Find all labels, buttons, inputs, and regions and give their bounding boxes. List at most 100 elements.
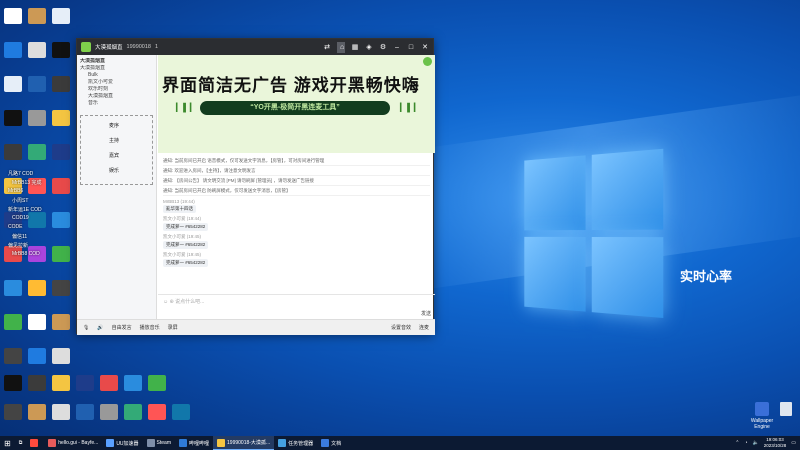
taskbar-item[interactable]: hello.gui - Bayfe...	[44, 436, 102, 450]
send-button[interactable]: 发送	[421, 310, 431, 317]
desktop-shortcut-icon[interactable]	[52, 212, 70, 228]
overlay-name: MrBB13 完成	[12, 180, 42, 186]
notification-icon[interactable]: ▭	[791, 440, 796, 446]
desktop-shortcut-icon[interactable]	[52, 348, 70, 364]
desktop-shortcut-icon[interactable]	[4, 144, 22, 160]
mic-slot-label[interactable]: 麦序	[109, 122, 119, 129]
sidebar-item[interactable]: 音乐	[80, 100, 153, 107]
taskbar-item[interactable]: Steam	[143, 436, 175, 450]
desktop-shortcut-icon[interactable]	[4, 280, 22, 296]
tray-chevron-icon[interactable]: ⌃	[735, 440, 739, 446]
desktop-shortcut-icon[interactable]	[28, 212, 46, 228]
overlay-name: 凡路7 COD	[8, 171, 34, 177]
grid-icon[interactable]: ▦	[351, 43, 359, 51]
ad-banner[interactable]: 界面简洁无广告 游戏开黑畅快嗨 ▎▌▎ ▎▌▎ “YO开黑-极简开黑连麦工具”	[158, 55, 435, 153]
voice-chat-window: 大漠孤烟直 19990018 1 ⇄ ⌂ ▦ ◈ ⚙ – □ ✕ 大漠孤烟直 大…	[76, 38, 435, 335]
overlay-name: 小周ST	[12, 198, 29, 204]
settings-icon[interactable]: ⚙	[379, 43, 387, 51]
task-view-icon[interactable]: ⧉	[15, 436, 27, 450]
desktop-shortcut-icon[interactable]	[148, 404, 166, 420]
desktop-shortcut-icon[interactable]	[52, 144, 70, 160]
sidebar-item[interactable]: Bulk	[80, 72, 153, 79]
sidebar-item[interactable]: 凯文小可爱	[80, 79, 153, 86]
start-button[interactable]: ⊞	[0, 436, 15, 450]
mic-slot-label[interactable]: 嘉宾	[109, 152, 119, 159]
record-button[interactable]: 录屏	[168, 324, 178, 331]
share-icon[interactable]: ⇄	[323, 43, 331, 51]
app-icon	[179, 439, 187, 447]
volume-icon[interactable]: 🔈	[753, 440, 759, 446]
sound-effect-button[interactable]: 设置音效	[391, 324, 411, 331]
desktop-shortcut-icon[interactable]	[28, 8, 46, 24]
desktop-shortcut-icon[interactable]	[4, 76, 22, 92]
clock[interactable]: 19:06:03 2023/10/28	[764, 437, 787, 449]
desktop-shortcut-icon[interactable]	[52, 110, 70, 126]
desktop-shortcut-icon[interactable]	[4, 42, 22, 58]
desktop-shortcut-icon[interactable]	[28, 404, 46, 420]
desktop-shortcut-icon[interactable]	[52, 8, 70, 24]
close-icon[interactable]: ✕	[421, 43, 429, 51]
desktop-shortcut-icon[interactable]	[28, 42, 46, 58]
desktop-shortcut-icon[interactable]	[124, 375, 142, 391]
desktop-shortcut-icon[interactable]	[52, 375, 70, 391]
desktop-shortcut-icon[interactable]	[28, 280, 46, 296]
desktop-shortcut-icon[interactable]	[76, 375, 94, 391]
desktop-shortcut-icon[interactable]	[4, 348, 22, 364]
music-button[interactable]: 播放音乐	[140, 324, 160, 331]
desktop-shortcut-icon[interactable]	[52, 404, 70, 420]
free-speak-button[interactable]: 自由发言	[112, 324, 132, 331]
desktop-shortcut-icon[interactable]	[4, 110, 22, 126]
desktop-shortcut-icon[interactable]	[52, 76, 70, 92]
sidebar-item[interactable]: 欢乐时刻	[80, 86, 153, 93]
home-icon[interactable]: ⌂	[337, 41, 345, 53]
speaker-icon[interactable]: 🔊	[97, 325, 103, 331]
taskbar-item[interactable]: 文档	[317, 436, 345, 450]
desktop-shortcut-icon[interactable]	[52, 42, 70, 58]
desktop-shortcut-icon[interactable]	[172, 404, 190, 420]
desktop-shortcut-icon[interactable]	[148, 375, 166, 391]
desktop-shortcut-icon[interactable]	[4, 404, 22, 420]
taskbar-item-label: 任务管理器	[288, 440, 314, 447]
mic-slot-label[interactable]: 主持	[109, 137, 119, 144]
desktop-shortcut-icon[interactable]	[100, 404, 118, 420]
desktop-shortcut-icon[interactable]	[52, 314, 70, 330]
taskbar-item[interactable]	[26, 436, 44, 450]
desktop-shortcut-icon[interactable]	[52, 178, 70, 194]
window-titlebar[interactable]: 大漠孤烟直 19990018 1 ⇄ ⌂ ▦ ◈ ⚙ – □ ✕	[77, 39, 433, 55]
desktop-shortcut-icon[interactable]	[52, 246, 70, 262]
overlay-name: COD19	[12, 215, 29, 221]
taskbar-item[interactable]: 19990018-大漠孤...	[213, 436, 275, 450]
desktop-shortcut-icon[interactable]	[124, 404, 142, 420]
chat-input-area[interactable]: ☺ ⊕ 说点什么吧... 发送	[158, 294, 435, 319]
desktop-shortcut-icon[interactable]	[100, 375, 118, 391]
mic-icon[interactable]: 🎙	[83, 325, 89, 331]
chat-notice: 通知: 【房间公告】 请文明交流 [PM] 请勿刷屏 [管理员] ，请勿发送广告…	[163, 176, 430, 186]
connect-mic-button[interactable]: 连麦	[419, 324, 429, 331]
network-icon[interactable]: ◔	[744, 440, 747, 446]
desktop-shortcut-icon[interactable]	[28, 110, 46, 126]
taskbar-item[interactable]: 任务管理器	[274, 436, 317, 450]
sidebar-item[interactable]: 大漠孤烟直	[80, 65, 153, 72]
desktop-shortcut-icon[interactable]	[28, 76, 46, 92]
desktop-shortcut-icon[interactable]	[4, 375, 22, 391]
emoji-icon[interactable]: ☺ ⊕	[163, 299, 174, 305]
chat-input[interactable]: 说点什么吧...	[175, 299, 204, 305]
desktop-shortcut-icon[interactable]	[28, 375, 46, 391]
desktop-shortcut-icon[interactable]	[52, 280, 70, 296]
desktop-shortcut-icon[interactable]	[28, 348, 46, 364]
desktop-shortcut-icon[interactable]	[28, 144, 46, 160]
minimize-icon[interactable]: –	[393, 44, 401, 51]
taskbar-item[interactable]: 哔哩哔哩	[175, 436, 213, 450]
banner-next-icon[interactable]	[423, 57, 432, 66]
desktop-shortcut-icon[interactable]	[4, 314, 22, 330]
mic-slot-label[interactable]: 娱乐	[109, 167, 119, 174]
recycle-bin-icon[interactable]	[772, 402, 800, 418]
desktop-shortcut-icon[interactable]	[28, 314, 46, 330]
taskbar: ⊞ ⧉ hello.gui - Bayfe... UU加速器 Steam 哔哩哔哩 19…	[0, 436, 800, 450]
maximize-icon[interactable]: □	[407, 44, 415, 51]
gamepad-icon[interactable]: ◈	[365, 43, 373, 51]
taskbar-item[interactable]: UU加速器	[102, 436, 142, 450]
sidebar-item[interactable]: 大漠孤烟直	[80, 93, 153, 100]
desktop-shortcut-icon[interactable]	[76, 404, 94, 420]
desktop-shortcut-icon[interactable]	[4, 8, 22, 24]
